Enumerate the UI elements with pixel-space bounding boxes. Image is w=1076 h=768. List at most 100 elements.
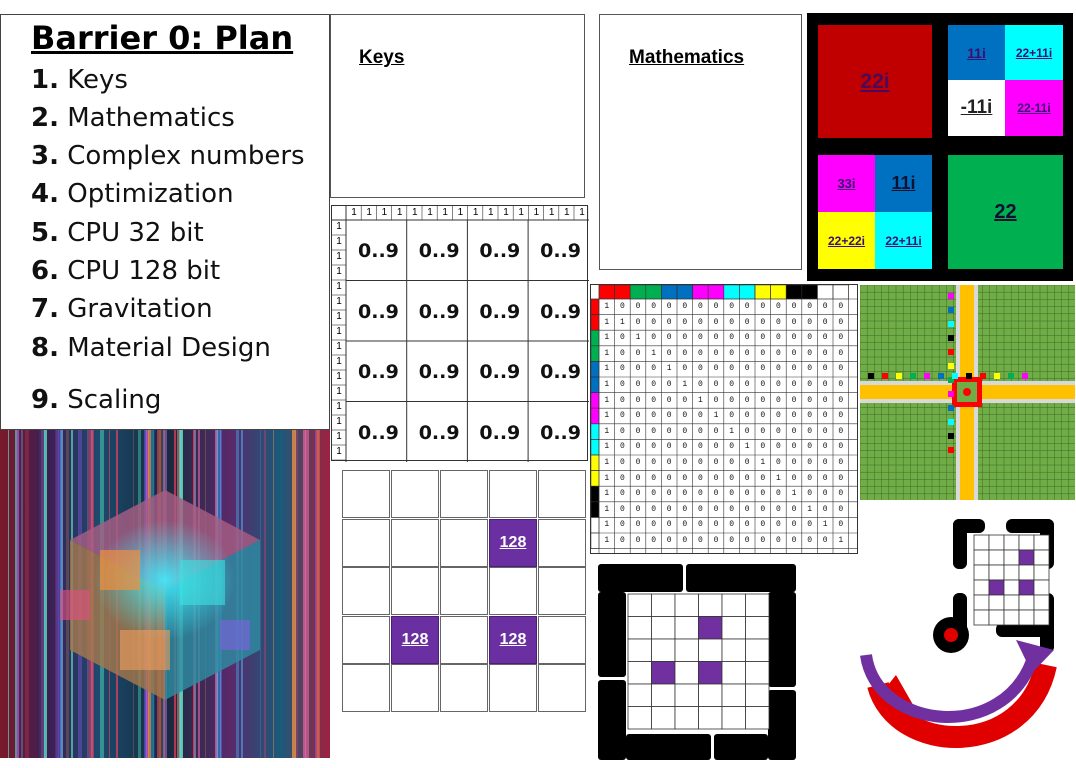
bit-value: 0 (775, 333, 781, 343)
bit-value: 0 (713, 302, 719, 311)
bit-value: 0 (807, 473, 812, 483)
plan-item-number: 4. (31, 179, 59, 209)
bit-value: 0 (651, 442, 656, 452)
bit-value: 0 (713, 395, 719, 405)
bit-value: 0 (775, 302, 781, 311)
bit-value: 0 (729, 473, 734, 483)
digit-range-cell: 0..9 (479, 300, 521, 323)
bit-value: 0 (682, 302, 688, 311)
abstract-art-image (0, 430, 330, 758)
cell-22i: 22i (818, 25, 932, 138)
header-one: 1 (351, 207, 357, 218)
side-one: 1 (336, 401, 342, 412)
side-one: 1 (336, 311, 342, 322)
bit-value: 0 (682, 395, 688, 405)
bit-value: 0 (775, 348, 781, 358)
plan-item-label: Optimization (67, 179, 234, 209)
header-one: 1 (457, 207, 464, 218)
bit-value: 0 (729, 442, 734, 452)
bit-value: 0 (760, 426, 766, 436)
bit-value: 0 (635, 536, 641, 545)
bit-value: 0 (619, 442, 625, 452)
bit-matrix: 1000000000000000110000000000000010100000… (590, 284, 858, 554)
bit-value: 0 (760, 520, 766, 530)
header-one: 1 (518, 207, 524, 218)
bit-value: 0 (775, 536, 781, 545)
digit-range-cell: 0..9 (418, 300, 460, 323)
bit-value: 0 (822, 411, 828, 421)
bit-value: 1 (604, 333, 610, 343)
bit-value: 0 (744, 317, 750, 327)
header-one: 1 (366, 207, 372, 218)
bit-value: 0 (635, 473, 641, 483)
bit-value: 0 (791, 504, 797, 514)
bit-value: 0 (807, 395, 812, 405)
plan-item-label: Gravitation (67, 294, 213, 324)
bit-value: 0 (682, 333, 688, 343)
bit-value: 0 (651, 411, 656, 421)
bit-value: 0 (822, 426, 828, 436)
bit-value: 0 (729, 302, 734, 311)
bit-value: 1 (651, 348, 656, 358)
mathematics-panel: Mathematics (599, 14, 802, 270)
bit-value: 0 (619, 395, 625, 405)
bit-value: 0 (729, 348, 734, 358)
bit-value: 0 (791, 442, 797, 452)
bit-value: 1 (604, 473, 610, 483)
bit-value: 0 (651, 426, 656, 436)
bit-value: 0 (822, 536, 828, 545)
bit-value: 0 (635, 504, 641, 514)
cell-22minus11i: 22-11i (1005, 80, 1063, 136)
bit-value: 1 (604, 442, 610, 452)
side-one: 1 (336, 281, 342, 292)
bit-value: 0 (651, 302, 656, 311)
bit-value: 0 (635, 458, 641, 467)
bit-value: 1 (713, 411, 719, 421)
bit-value: 0 (822, 442, 828, 452)
bit-value: 0 (807, 380, 812, 389)
empty-cell (342, 470, 390, 518)
empty-cell (538, 615, 586, 664)
bit-value: 0 (635, 364, 641, 374)
empty-cell (538, 664, 586, 712)
bit-value: 0 (838, 426, 844, 436)
bit-value: 0 (791, 411, 797, 421)
bit-value: 0 (775, 395, 781, 405)
bit-value: 0 (697, 317, 703, 327)
bit-value: 0 (666, 473, 672, 483)
plan-panel: Barrier 0: Plan 1. Keys 2. Mathematics 3. … (0, 14, 330, 430)
bit-value: 0 (791, 302, 797, 311)
bit-value: 1 (604, 348, 610, 358)
bit-value: 0 (729, 380, 734, 389)
bit-value: 0 (744, 504, 750, 514)
side-one: 1 (336, 326, 342, 337)
bit-value: 0 (744, 458, 750, 467)
bit-value: 0 (822, 380, 828, 389)
header-one: 1 (548, 207, 555, 218)
bit-value: 0 (838, 458, 844, 467)
bit-value: 0 (713, 317, 719, 327)
digit-range-cell: 0..9 (540, 361, 581, 383)
gravitation-field (859, 284, 1076, 502)
bit-value: 0 (744, 364, 750, 374)
bit-value: 0 (807, 536, 812, 545)
side-one: 1 (336, 431, 342, 442)
bit-value: 0 (666, 426, 672, 436)
mathematics-title: Mathematics (629, 47, 745, 68)
header-one: 1 (472, 207, 479, 218)
bit-value: 0 (838, 380, 844, 389)
bit-value: 0 (822, 489, 828, 499)
bit-value: 0 (651, 473, 656, 483)
bit-value: 0 (697, 302, 703, 311)
bit-value: 0 (791, 380, 797, 389)
header-one: 1 (412, 207, 418, 218)
keys-panel: Keys (330, 14, 585, 198)
scaling-diagram (856, 515, 1074, 763)
header-one: 1 (579, 207, 585, 218)
plan-item-number: 3. (31, 141, 59, 171)
digit-range-cell: 0..9 (418, 421, 460, 444)
bit-value: 0 (697, 364, 703, 374)
empty-cell (440, 615, 488, 664)
bit-value: 0 (822, 395, 828, 405)
header-one: 1 (381, 207, 388, 218)
